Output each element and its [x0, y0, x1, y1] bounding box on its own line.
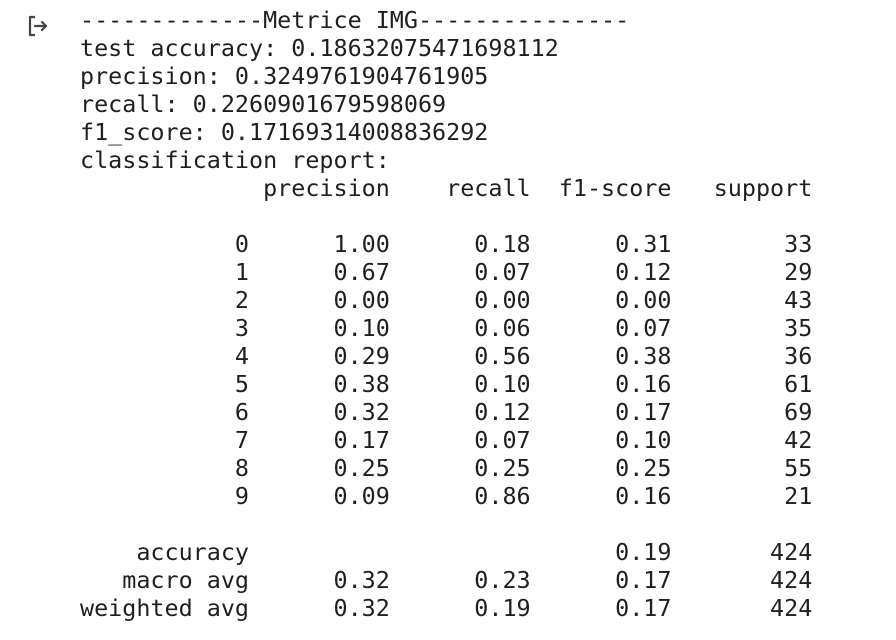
report-title: classification report:	[80, 146, 390, 174]
output-header: -------------Metrice IMG---------------	[80, 6, 630, 34]
report-row-class-5: 5 0.38 0.10 0.16 61	[80, 370, 813, 398]
report-row-macro-avg: macro avg 0.32 0.23 0.17 424	[80, 566, 813, 594]
output-arrow-icon-svg	[28, 15, 48, 37]
report-row-class-3: 3 0.10 0.06 0.07 35	[80, 314, 813, 342]
output-arrow-icon[interactable]	[26, 14, 50, 38]
f1-score-line: f1_score: 0.17169314008836292	[80, 118, 489, 146]
report-row-class-2: 2 0.00 0.00 0.00 43	[80, 286, 813, 314]
report-row-accuracy: accuracy 0.19 424	[80, 538, 813, 566]
precision-line: precision: 0.3249761904761905	[80, 62, 489, 90]
report-row-class-8: 8 0.25 0.25 0.25 55	[80, 454, 813, 482]
report-rows: 0 1.00 0.18 0.31 33 1 0.67 0.07 0.12 29 …	[80, 230, 812, 510]
report-row-weighted-avg: weighted avg 0.32 0.19 0.17 424	[80, 594, 813, 622]
report-summary: accuracy 0.19 424 macro avg 0.32 0.23 0.…	[80, 538, 812, 622]
cell-output: -------------Metrice IMG--------------- t…	[80, 6, 812, 622]
report-row-class-9: 9 0.09 0.86 0.16 21	[80, 482, 813, 510]
report-row-class-4: 4 0.29 0.56 0.38 36	[80, 342, 813, 370]
report-row-class-7: 7 0.17 0.07 0.10 42	[80, 426, 813, 454]
report-row-class-6: 6 0.32 0.12 0.17 69	[80, 398, 813, 426]
recall-line: recall: 0.2260901679598069	[80, 90, 447, 118]
test-accuracy-line: test accuracy: 0.18632075471698112	[80, 34, 559, 62]
report-row-class-1: 1 0.67 0.07 0.12 29	[80, 258, 813, 286]
report-row-class-0: 0 1.00 0.18 0.31 33	[80, 230, 813, 258]
report-header-row: precision recall f1-score support	[80, 174, 813, 202]
